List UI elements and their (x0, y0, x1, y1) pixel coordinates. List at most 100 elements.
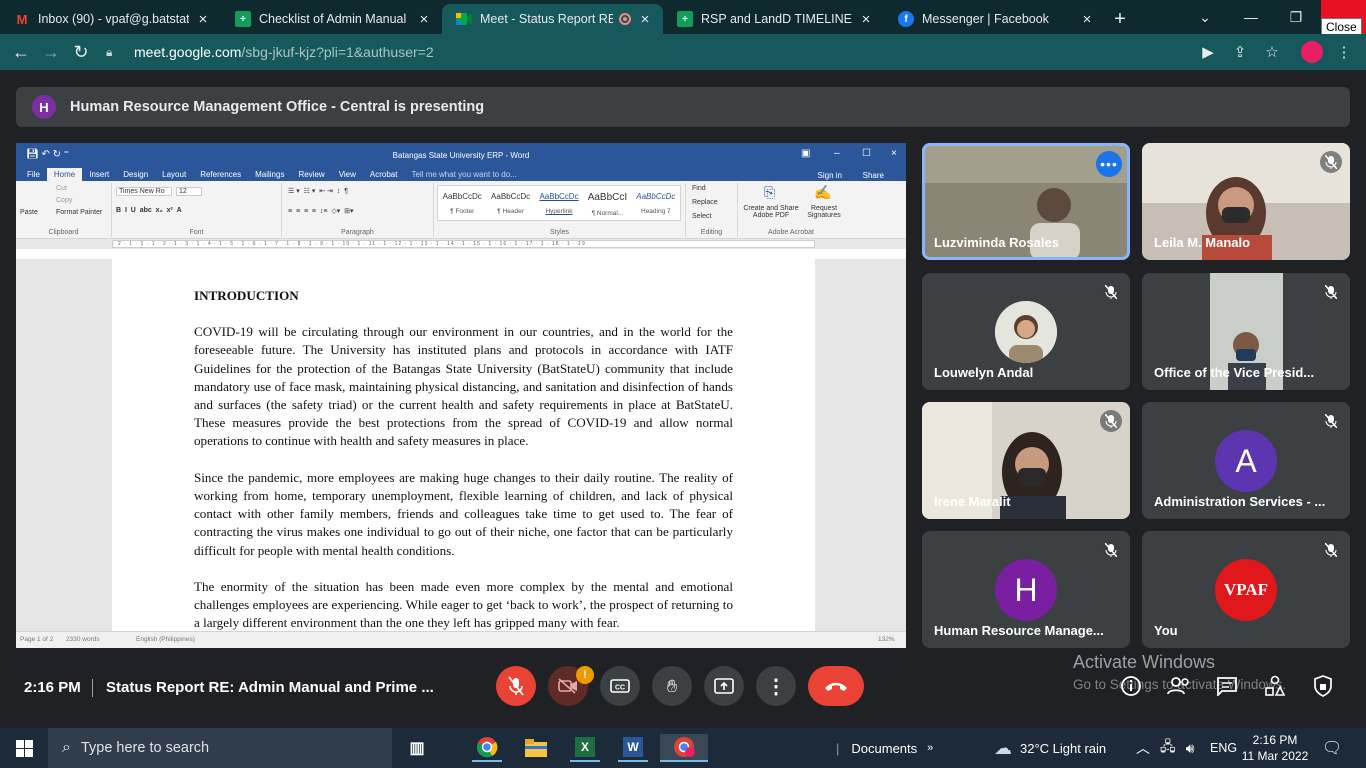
back-icon[interactable]: ← (6, 37, 36, 67)
people-icon[interactable] (1166, 673, 1192, 699)
network-icon[interactable]: 🖧︎ (1160, 736, 1176, 760)
present-screen-button[interactable] (704, 666, 744, 706)
participant-name: You (1154, 623, 1178, 638)
format-painter-label: Format Painter (56, 209, 103, 216)
camera-in-use-icon[interactable]: ▶︎ (1196, 38, 1220, 66)
gmail-icon: M (16, 11, 28, 27)
tab-gmail[interactable]: M Inbox (90) - vpaf@g.batstate-u.edu.ph … (0, 4, 221, 34)
font-format-icons: B I U abc x₂ x² A (116, 207, 182, 214)
signature-icon: ✍ (814, 184, 832, 200)
taskbar-search-box[interactable]: ⌕ Type here to search (48, 728, 392, 768)
chrome-profile-taskbar-icon[interactable] (660, 734, 708, 762)
list-icons: ☰ ▾ ☷ ▾ ⇤ ⇥ ↕ ¶ (288, 188, 348, 195)
create-pdf-label: Create and Share Adobe PDF (743, 205, 799, 219)
presenter-avatar: H (32, 95, 56, 119)
svg-text:CC: CC (615, 685, 625, 692)
leave-call-button[interactable] (808, 666, 864, 706)
word-icon[interactable]: W (618, 734, 648, 762)
tab-meet[interactable]: Meet - Status Report RE: Admin Manual × (442, 4, 663, 34)
more-options-button[interactable]: ⋮ (756, 666, 796, 706)
forward-icon[interactable]: → (36, 37, 66, 67)
font-group-label: Font (189, 229, 204, 236)
replace-label: Replace (692, 199, 718, 206)
muted-mic-icon (1100, 410, 1122, 432)
chrome-taskbar-icon[interactable] (472, 734, 502, 762)
host-controls-icon[interactable] (1310, 673, 1336, 699)
captions-button[interactable]: CC (600, 666, 640, 706)
tab-search-icon[interactable]: ⌄ (1190, 0, 1220, 34)
participant-tile[interactable]: Office of the Vice Presid... (1142, 273, 1350, 390)
word-titlebar: 💾︎ ↶ ↻ ⁼ Batangas State University ERP -… (16, 143, 906, 167)
tab-messenger[interactable]: f Messenger | Facebook × (884, 4, 1105, 34)
clock-widget[interactable]: 2:16 PM 11 Mar 2022 (1242, 728, 1309, 768)
participant-tile[interactable]: Leila M. Manalo (1142, 143, 1350, 260)
styles-group-label: Styles (549, 229, 570, 236)
bookmark-star-icon[interactable]: ☆ (1260, 38, 1284, 66)
tab-timeline[interactable]: + RSP and LandD TIMELINE FOR 2022 × (663, 4, 884, 34)
close-tab-icon[interactable]: × (637, 11, 653, 28)
task-view-icon[interactable]: ▥ (402, 734, 432, 762)
more-vert-icon: ⋮ (766, 675, 786, 698)
new-tab-button[interactable]: + (1105, 4, 1135, 34)
word-tab-acrobat: Acrobat (369, 170, 398, 179)
input-language[interactable]: ENG (1210, 728, 1237, 768)
windows-start-icon[interactable] (9, 734, 39, 762)
participant-tile[interactable]: VPAF You (1142, 531, 1350, 648)
profile-avatar[interactable] (1300, 38, 1324, 66)
word-status-bar: Page 1 of 2 2330 words English (Philippi… (16, 631, 906, 648)
presenting-banner: H Human Resource Management Office - Cen… (16, 87, 1350, 127)
menu-icon[interactable]: ⋮ (1334, 38, 1354, 66)
excel-icon[interactable]: X (570, 734, 600, 762)
clipboard-group-label: Clipboard (48, 229, 79, 236)
windows-taskbar: ⌕ Type here to search ▥ X W | Documents» … (0, 728, 1366, 768)
meeting-details-icon[interactable] (1118, 673, 1144, 699)
tray-icons[interactable]: ︿ 🖧︎ 🔊︎ (1136, 728, 1204, 768)
chevron-up-icon[interactable]: ︿ (1136, 738, 1150, 758)
presenting-text: Human Resource Management Office - Centr… (70, 99, 485, 115)
participant-tile[interactable]: A Administration Services - ... (1142, 402, 1350, 519)
share-icon[interactable]: ⇪ (1228, 38, 1252, 66)
participant-name: Administration Services - ... (1154, 494, 1326, 509)
close-tab-icon[interactable]: × (416, 11, 432, 28)
editing-group-label: Editing (700, 229, 723, 236)
more-options-icon[interactable]: ••• (1096, 151, 1122, 177)
tab-checklist[interactable]: + Checklist of Admin Manual Procedures × (221, 4, 442, 34)
word-close-icon: × (891, 148, 897, 159)
search-placeholder: Type here to search (80, 740, 210, 756)
activities-icon[interactable] (1262, 673, 1288, 699)
tab-title: Inbox (90) - vpaf@g.batstate-u.edu.ph (38, 12, 189, 26)
address-bar[interactable]: 🔒︎ meet.google.com/sbg-jkuf-kjz?pli=1&au… (106, 40, 1196, 64)
reload-icon[interactable]: ↻ (66, 37, 96, 67)
participant-tile[interactable]: H Human Resource Manage... (922, 531, 1130, 648)
ribbon-display-icon: ▣ (801, 148, 811, 159)
tab-title: RSP and LandD TIMELINE FOR 2022 (701, 12, 852, 26)
participant-tile[interactable]: Irene Maralit (922, 402, 1130, 519)
volume-icon[interactable]: 🔊︎ (1186, 740, 1195, 757)
documents-toolbar[interactable]: | Documents» (836, 728, 933, 768)
raise-hand-button[interactable]: ✋︎ (652, 666, 692, 706)
paragraph-group-label: Paragraph (341, 229, 374, 236)
present-icon (714, 678, 734, 694)
weather-widget[interactable]: ☁ 32°C Light rain (994, 728, 1106, 768)
restore-button[interactable]: ❐ (1276, 0, 1316, 34)
participant-tile[interactable]: Louwelyn Andal (922, 273, 1130, 390)
acrobat-group-label: Adobe Acrobat (768, 229, 814, 236)
microphone-toggle-button[interactable] (496, 666, 536, 706)
meeting-title: Status Report RE: Admin Manual and Prime… (106, 679, 434, 696)
participant-avatar: VPAF (1215, 559, 1277, 621)
shared-screen: 💾︎ ↶ ↻ ⁼ Batangas State University ERP -… (16, 143, 906, 648)
close-tab-icon[interactable]: × (195, 11, 211, 28)
notification-icon[interactable]: 🗨︎ (1322, 728, 1342, 768)
weather-text: 32°C Light rain (1020, 740, 1107, 756)
close-tab-icon[interactable]: × (1079, 11, 1095, 28)
file-explorer-icon[interactable] (521, 734, 551, 762)
camera-off-icon (558, 678, 577, 694)
participant-tile[interactable]: ••• Luzviminda Rosales (922, 143, 1130, 260)
word-tell-me: Tell me what you want to do... (411, 170, 517, 179)
word-tab-layout: Layout (162, 170, 187, 179)
word-ribbon-tabs: File Home Insert Design Layout Reference… (16, 167, 906, 181)
chat-icon[interactable] (1214, 673, 1240, 699)
minimize-button[interactable]: — (1231, 0, 1271, 34)
muted-mic-icon (1320, 410, 1342, 432)
close-tab-icon[interactable]: × (858, 11, 874, 28)
